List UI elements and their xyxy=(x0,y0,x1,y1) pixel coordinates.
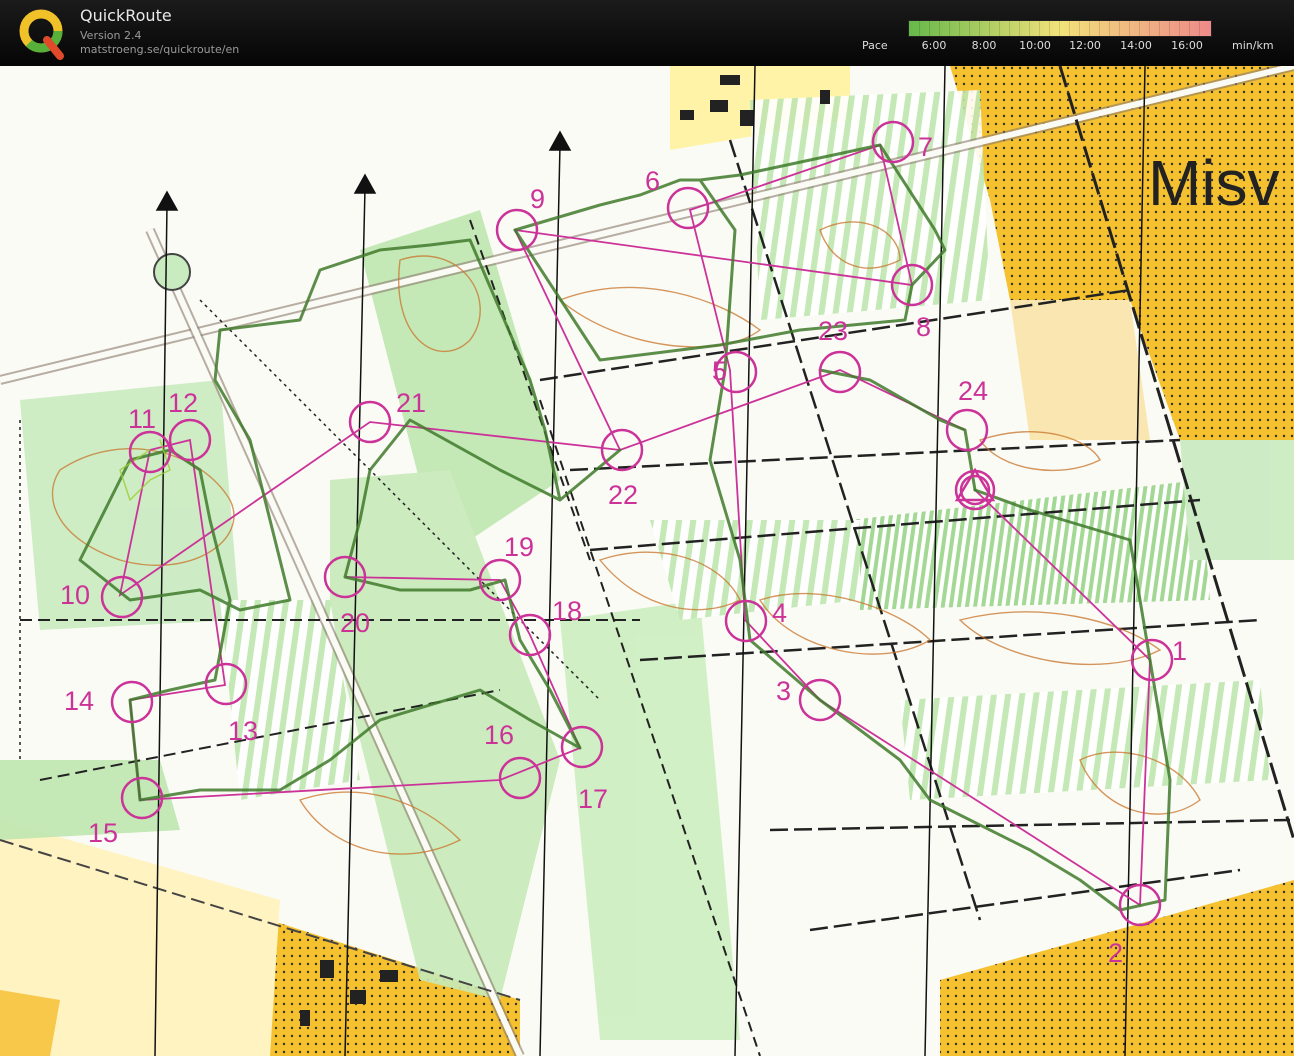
control-number: 22 xyxy=(608,480,638,510)
pace-scale-segment xyxy=(919,21,920,36)
control-number: 17 xyxy=(578,784,608,814)
control-number: 13 xyxy=(228,716,258,746)
pace-tick: 16:00 xyxy=(1171,39,1203,52)
control-number: 2 xyxy=(1108,938,1123,968)
control-number: 15 xyxy=(88,818,118,848)
pace-scale-segment xyxy=(1149,21,1150,36)
control-number: 6 xyxy=(645,166,660,196)
control-number: 19 xyxy=(504,532,534,562)
pace-tick: 8:00 xyxy=(971,39,997,52)
pace-scale-segment xyxy=(929,21,930,36)
app-header: QuickRoute Version 2.4 matstroeng.se/qui… xyxy=(0,0,1294,66)
control-number: 14 xyxy=(64,686,94,716)
pace-scale-segment xyxy=(1109,21,1110,36)
pace-scale-segment xyxy=(1049,21,1050,36)
control-number: 5 xyxy=(712,356,727,386)
pace-scale-segment xyxy=(1199,21,1200,36)
pace-scale-segment xyxy=(1159,21,1160,36)
pace-scale-segment xyxy=(1119,21,1120,36)
control-number: 10 xyxy=(60,580,90,610)
pace-scale-segment xyxy=(999,21,1000,36)
pace-scale-segment xyxy=(1099,21,1100,36)
pace-color-scale xyxy=(908,20,1212,37)
pace-scale-segment xyxy=(979,21,980,36)
control-number: 11 xyxy=(128,404,156,434)
control-number: 20 xyxy=(340,608,370,638)
pace-scale-segment xyxy=(1039,21,1040,36)
pace-scale-segment xyxy=(1069,21,1070,36)
control-number: 21 xyxy=(396,388,426,418)
orienteering-map[interactable]: 1 2 3 4 5 6 7 8 9 10 11 12 13 14 15 16 1… xyxy=(0,66,1294,1056)
pace-scale-segment xyxy=(1129,21,1130,36)
control-number: 1 xyxy=(1172,636,1187,666)
pace-label: Pace xyxy=(862,39,888,52)
pace-scale-segment xyxy=(989,21,990,36)
pace-tick: 14:00 xyxy=(1120,39,1152,52)
pace-scale-segment xyxy=(939,21,940,36)
pace-scale-segment xyxy=(1089,21,1090,36)
pace-scale-segment xyxy=(1189,21,1190,36)
app-version: Version 2.4 xyxy=(80,29,142,42)
pace-scale-segment xyxy=(1139,21,1140,36)
control-number: 4 xyxy=(772,598,787,628)
control-number: 23 xyxy=(818,316,848,346)
control-number: 16 xyxy=(484,720,514,750)
pace-scale-segment xyxy=(1059,21,1060,36)
quickroute-logo xyxy=(19,9,64,60)
control-number: 18 xyxy=(552,596,582,626)
control-number: 3 xyxy=(776,676,791,706)
place-label: Misv xyxy=(1148,147,1280,219)
pace-scale-segment xyxy=(1169,21,1170,36)
pace-tick: 6:00 xyxy=(921,39,947,52)
pace-scale-segment xyxy=(1009,21,1010,36)
control-number: 9 xyxy=(530,184,545,214)
app-url: matstroeng.se/quickroute/en xyxy=(80,43,240,56)
control-number: 8 xyxy=(916,312,931,342)
pace-scale-segment xyxy=(969,21,970,36)
app-title: QuickRoute xyxy=(80,6,172,25)
pace-scale-segment xyxy=(1029,21,1030,36)
pace-tick: 12:00 xyxy=(1069,39,1101,52)
pace-scale-segment xyxy=(949,21,950,36)
control-number: 12 xyxy=(168,388,198,418)
pace-scale-segment xyxy=(1179,21,1180,36)
pace-scale-segment xyxy=(959,21,960,36)
pace-unit: min/km xyxy=(1232,39,1274,52)
pace-scale-segment xyxy=(1079,21,1080,36)
pace-tick: 10:00 xyxy=(1019,39,1051,52)
control-number: 24 xyxy=(958,376,988,406)
control-number: 7 xyxy=(918,132,933,162)
pace-scale-segment xyxy=(1019,21,1020,36)
